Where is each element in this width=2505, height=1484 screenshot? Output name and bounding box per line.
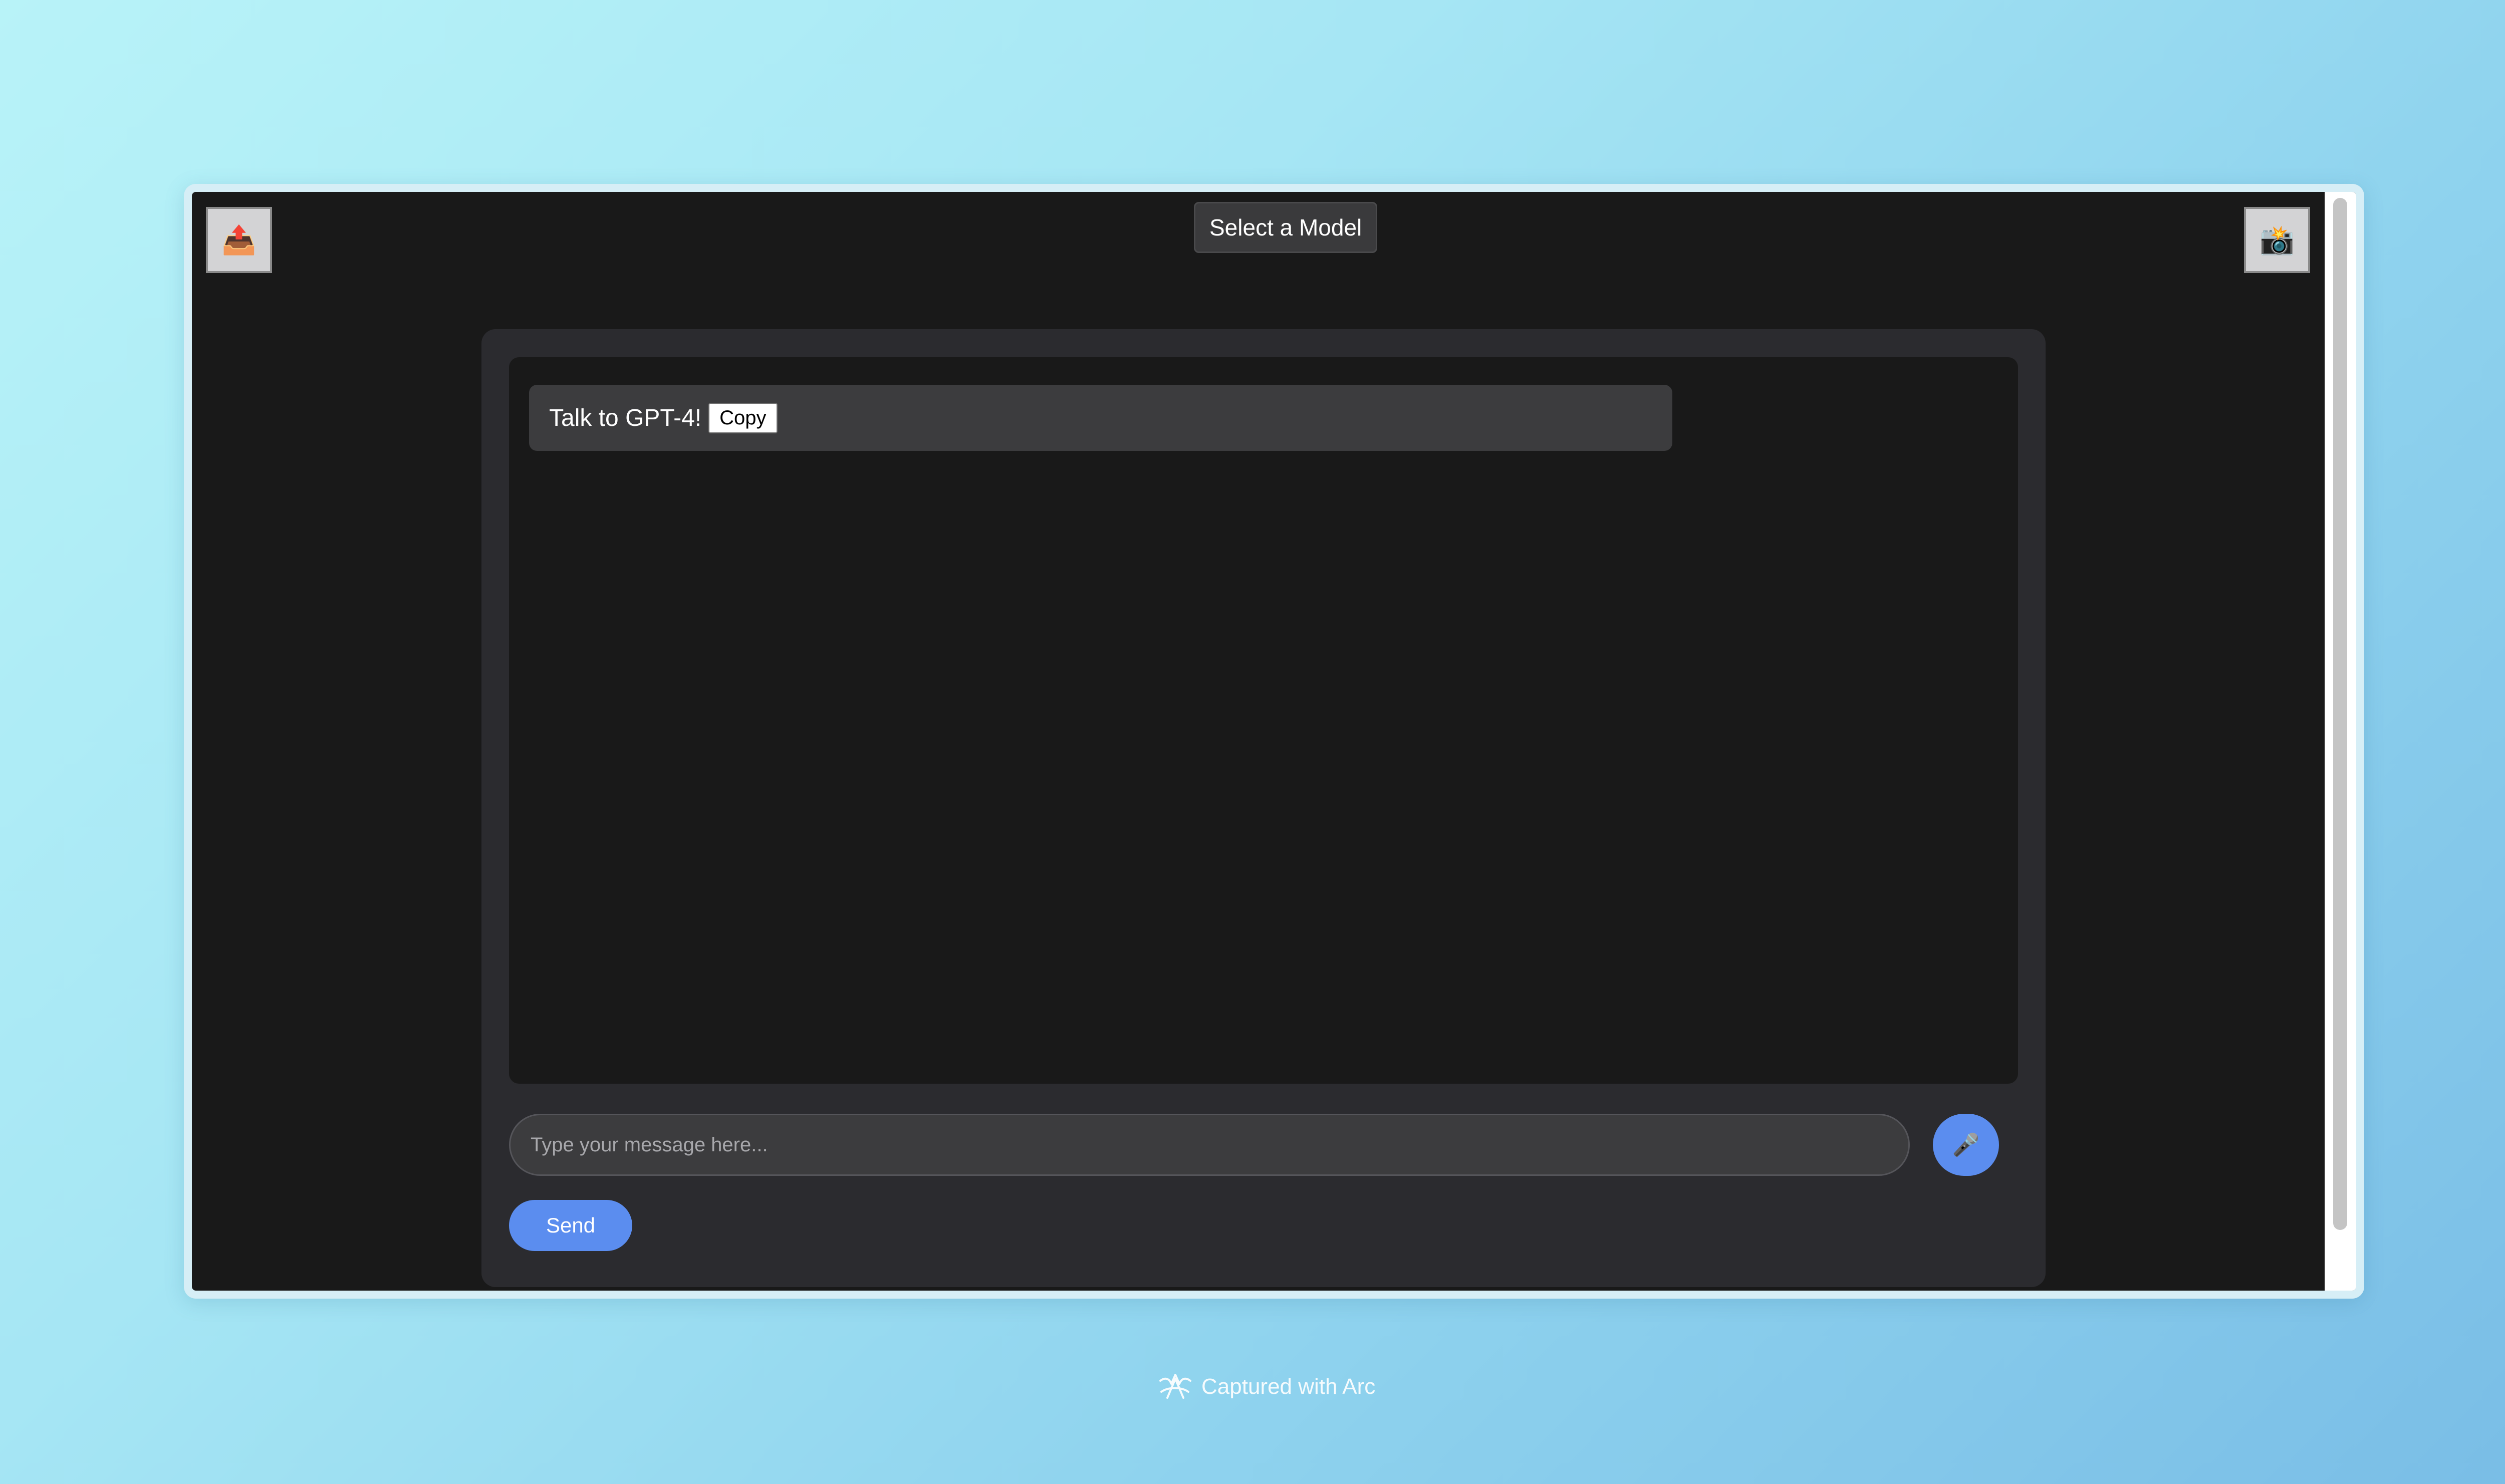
chat-container: Talk to GPT-4! Copy 🎤 Send [481,329,2046,1287]
scrollbar-thumb[interactable] [2333,198,2347,1230]
capture-text: Captured with Arc [1201,1374,1376,1399]
browser-window: 📤 Select a Model 📸 Talk to GPT-4! Copy 🎤… [184,184,2364,1299]
camera-icon: 📸 [2260,224,2295,257]
message-text: Talk to GPT-4! [549,404,702,431]
message-list: Talk to GPT-4! Copy [509,357,2018,1084]
send-button[interactable]: Send [509,1200,632,1251]
model-select-label: Select a Model [1209,214,1362,240]
arc-logo-icon [1159,1374,1191,1399]
capture-badge: Captured with Arc [1156,1372,1375,1402]
microphone-icon: 🎤 [1952,1132,1980,1158]
screenshot-button[interactable]: 📸 [2244,207,2310,273]
scrollbar[interactable] [2325,192,2356,1291]
model-select-button[interactable]: Select a Model [1194,202,1378,253]
upload-icon: 📤 [221,224,257,257]
microphone-button[interactable]: 🎤 [1933,1114,1999,1176]
chat-message: Talk to GPT-4! Copy [529,385,1672,451]
message-input[interactable] [509,1114,1910,1176]
copy-button[interactable]: Copy [708,402,778,433]
upload-button[interactable]: 📤 [206,207,272,273]
page-viewport: 📤 Select a Model 📸 Talk to GPT-4! Copy 🎤… [192,192,2356,1291]
